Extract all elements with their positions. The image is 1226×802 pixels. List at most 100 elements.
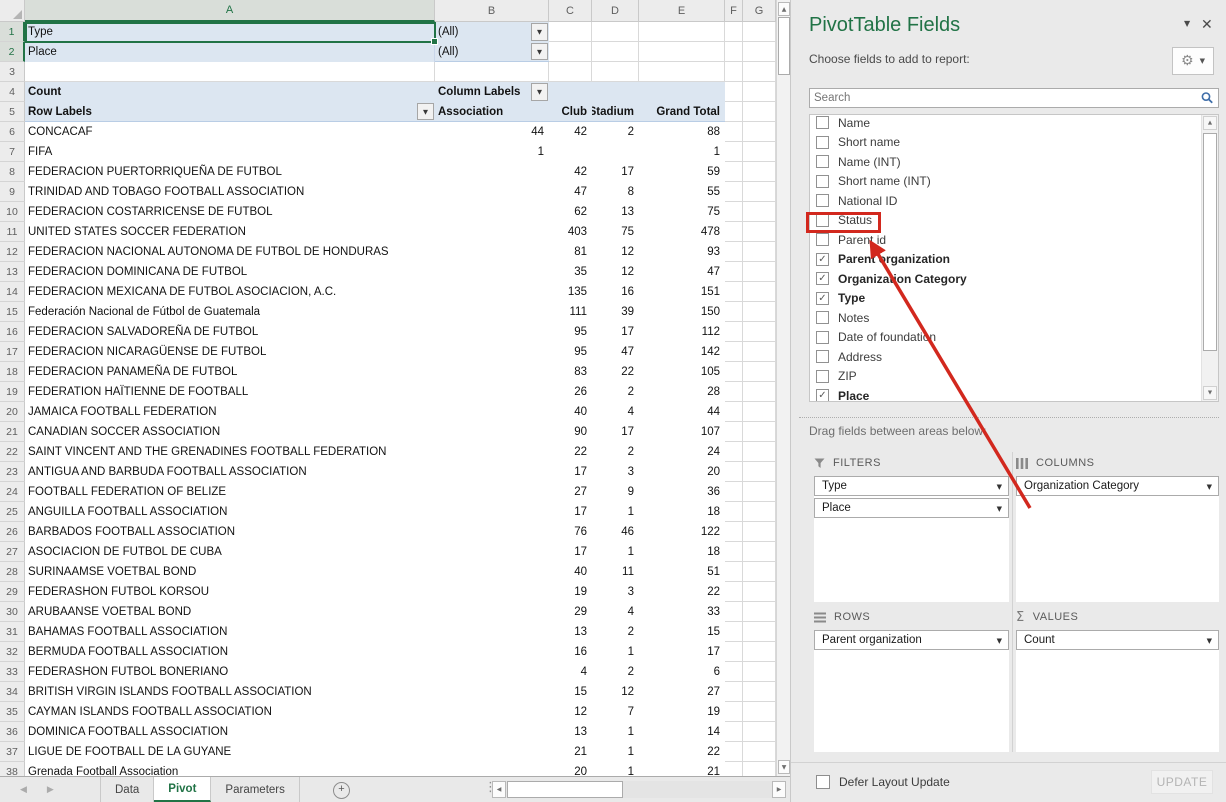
cell-G34[interactable]	[743, 682, 776, 702]
row-header-16[interactable]: 16	[0, 322, 25, 342]
cell-C19[interactable]: 26	[549, 382, 592, 402]
cell-C26[interactable]: 76	[549, 522, 592, 542]
cell-F29[interactable]	[725, 582, 743, 602]
row-header-4[interactable]: 4	[0, 82, 25, 102]
dropdown-arrow-icon[interactable]: ▼	[997, 483, 1002, 491]
cell-B31[interactable]	[435, 622, 549, 642]
tools-button[interactable]: ⚙ ▼	[1172, 47, 1214, 75]
cell-F7[interactable]	[725, 142, 743, 162]
cell-D18[interactable]: 22	[592, 362, 639, 382]
cell-E25[interactable]: 18	[639, 502, 725, 522]
scroll-up-icon[interactable]: ▲	[778, 2, 790, 16]
cell-B36[interactable]	[435, 722, 549, 742]
cell-E27[interactable]: 18	[639, 542, 725, 562]
scroll-down-icon[interactable]: ▼	[1203, 386, 1217, 400]
cell-G14[interactable]	[743, 282, 776, 302]
cell-C25[interactable]: 17	[549, 502, 592, 522]
cell-C3[interactable]	[549, 62, 592, 82]
cell-G12[interactable]	[743, 242, 776, 262]
cell-C1[interactable]	[549, 22, 592, 42]
field-item-name-int[interactable]: Name (INT)	[816, 152, 901, 171]
cell-E22[interactable]: 24	[639, 442, 725, 462]
cell-B32[interactable]	[435, 642, 549, 662]
cell-D30[interactable]: 4	[592, 602, 639, 622]
cell-D17[interactable]: 47	[592, 342, 639, 362]
field-item-name[interactable]: Name	[816, 114, 870, 132]
cell-F26[interactable]	[725, 522, 743, 542]
cell-F15[interactable]	[725, 302, 743, 322]
row-header-3[interactable]: 3	[0, 62, 25, 82]
cell-C34[interactable]: 15	[549, 682, 592, 702]
cell-E8[interactable]: 59	[639, 162, 725, 182]
cell-C24[interactable]: 27	[549, 482, 592, 502]
cell-F33[interactable]	[725, 662, 743, 682]
cell-C27[interactable]: 17	[549, 542, 592, 562]
cell-G19[interactable]	[743, 382, 776, 402]
cell-D33[interactable]: 2	[592, 662, 639, 682]
field-item-organization-category[interactable]: ✓Organization Category	[816, 269, 967, 288]
cell-D24[interactable]: 9	[592, 482, 639, 502]
cell-B7[interactable]: 1	[435, 142, 549, 162]
cell-E35[interactable]: 19	[639, 702, 725, 722]
row-header-17[interactable]: 17	[0, 342, 25, 362]
cell-E9[interactable]: 55	[639, 182, 725, 202]
cell-F34[interactable]	[725, 682, 743, 702]
cell-F25[interactable]	[725, 502, 743, 522]
cell-D7[interactable]	[592, 142, 639, 162]
cell-F16[interactable]	[725, 322, 743, 342]
cell-C38[interactable]: 20	[549, 762, 592, 776]
cell-G26[interactable]	[743, 522, 776, 542]
cell-F8[interactable]	[725, 162, 743, 182]
cell-F12[interactable]	[725, 242, 743, 262]
row-header-8[interactable]: 8	[0, 162, 25, 182]
row-header-29[interactable]: 29	[0, 582, 25, 602]
cell-C4[interactable]	[549, 82, 592, 102]
cell-G30[interactable]	[743, 602, 776, 622]
field-checkbox-status[interactable]	[816, 214, 829, 227]
cell-F28[interactable]	[725, 562, 743, 582]
cell-D1[interactable]	[592, 22, 639, 42]
row-header-11[interactable]: 11	[0, 222, 25, 242]
cell-F32[interactable]	[725, 642, 743, 662]
cell-E19[interactable]: 28	[639, 382, 725, 402]
cell-B24[interactable]	[435, 482, 549, 502]
field-checkbox-national-id[interactable]	[816, 194, 829, 207]
cell-B8[interactable]	[435, 162, 549, 182]
row-header-24[interactable]: 24	[0, 482, 25, 502]
cell-G22[interactable]	[743, 442, 776, 462]
cell-B27[interactable]	[435, 542, 549, 562]
cell-C28[interactable]: 40	[549, 562, 592, 582]
field-checkbox-type[interactable]: ✓	[816, 292, 829, 305]
cell-C8[interactable]: 42	[549, 162, 592, 182]
field-item-parent-id[interactable]: Parent id	[816, 230, 886, 249]
cell-C7[interactable]	[549, 142, 592, 162]
cell-C33[interactable]: 4	[549, 662, 592, 682]
cell-C13[interactable]: 35	[549, 262, 592, 282]
row-header-33[interactable]: 33	[0, 662, 25, 682]
cell-F5[interactable]	[725, 102, 743, 122]
cell-B25[interactable]	[435, 502, 549, 522]
area-pill-count[interactable]: Count▼	[1016, 630, 1219, 650]
row-header-18[interactable]: 18	[0, 362, 25, 382]
cell-F1[interactable]	[725, 22, 743, 42]
cell-D36[interactable]: 1	[592, 722, 639, 742]
row-header-14[interactable]: 14	[0, 282, 25, 302]
cell-C29[interactable]: 19	[549, 582, 592, 602]
defer-layout-update[interactable]: Defer Layout Update	[816, 775, 950, 789]
cell-A19[interactable]: FEDERATION HAÏTIENNE DE FOOTBALL	[25, 382, 435, 402]
cell-A7[interactable]: FIFA	[25, 142, 435, 162]
horizontal-scroll-thumb[interactable]	[507, 781, 623, 798]
scroll-down-icon[interactable]: ▼	[778, 760, 790, 774]
cell-C32[interactable]: 16	[549, 642, 592, 662]
cell-G9[interactable]	[743, 182, 776, 202]
cell-B3[interactable]	[435, 62, 549, 82]
cell-D31[interactable]: 2	[592, 622, 639, 642]
cell-F20[interactable]	[725, 402, 743, 422]
cell-E36[interactable]: 14	[639, 722, 725, 742]
cell-E16[interactable]: 112	[639, 322, 725, 342]
cell-F22[interactable]	[725, 442, 743, 462]
field-item-date-of-foundation[interactable]: Date of foundation	[816, 328, 936, 347]
cell-A12[interactable]: FEDERACION NACIONAL AUTONOMA DE FUTBOL D…	[25, 242, 435, 262]
cell-C22[interactable]: 22	[549, 442, 592, 462]
cell-C5[interactable]: Club	[549, 102, 592, 122]
